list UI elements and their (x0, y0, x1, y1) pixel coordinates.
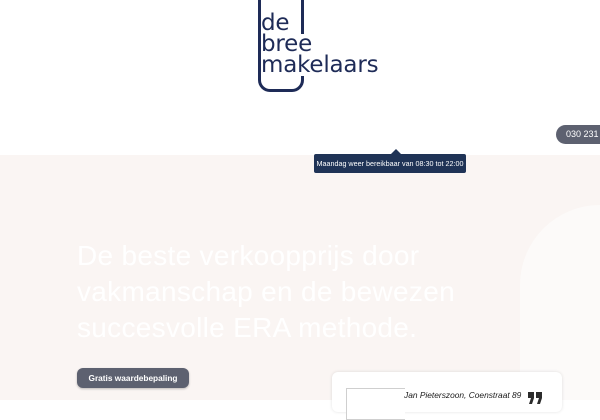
review-author: Jan Pieterszoon, Coenstraat 89 (404, 390, 522, 400)
review-card: Jan Pieterszoon, Coenstraat 89 (332, 372, 562, 420)
phone-button[interactable]: 030 231 7 (556, 125, 600, 144)
site-header: de bree makelaars 030 231 7 (0, 0, 600, 155)
hero-headline: De beste verkoopprijs door vakmanschap e… (77, 240, 455, 343)
free-valuation-button[interactable]: Gratis waardebepaling (77, 368, 189, 388)
quote-icon (528, 392, 542, 404)
reviewer-photo (346, 388, 405, 420)
opening-hours-tooltip: Maandag weer bereikbaar van 08:30 tot 22… (314, 149, 466, 173)
logo-text: de bree makelaars (261, 12, 383, 77)
logo[interactable]: de bree makelaars (258, 0, 383, 95)
logo-line-3: makelaars (261, 54, 383, 77)
